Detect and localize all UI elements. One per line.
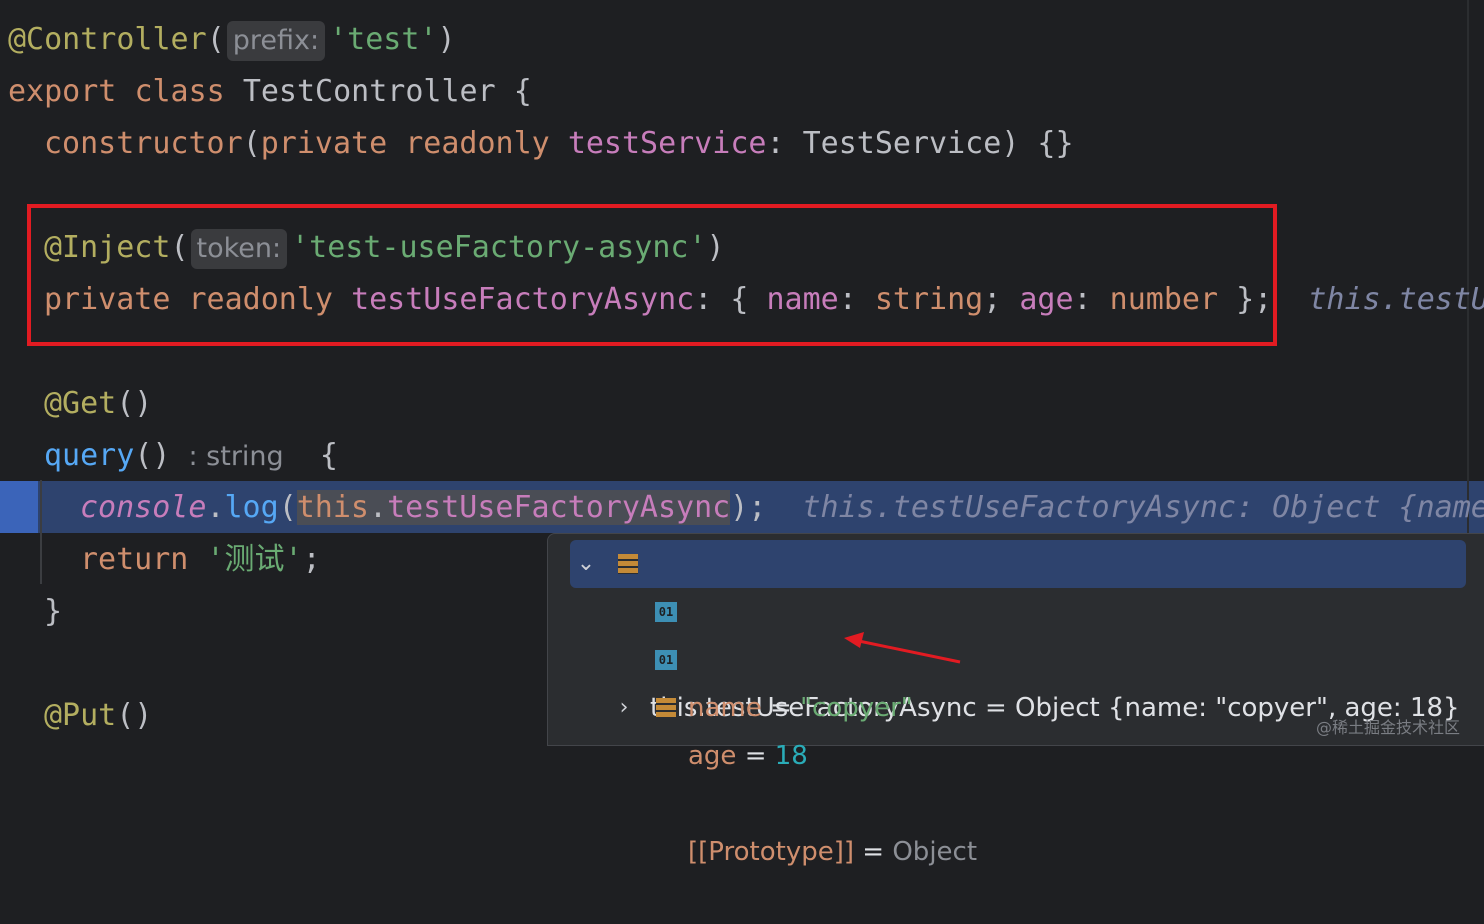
code-line-14[interactable]: @Put() <box>44 690 152 742</box>
field-icon: 01 <box>655 602 677 622</box>
annotation-arrow <box>844 632 961 664</box>
inline-debug-value: this.testUseFactoryAsync: Object {name <box>802 490 1484 525</box>
code-line-10[interactable]: console.log(this.testUseFactoryAsync); t… <box>80 482 1484 534</box>
param-hint-prefix: prefix: <box>226 20 326 61</box>
code-line-3[interactable]: constructor(private readonly testService… <box>44 118 1074 170</box>
execution-gutter-marker <box>0 481 38 533</box>
inline-debug-value: this.testU <box>1308 282 1484 317</box>
chevron-right-icon[interactable]: › <box>614 684 634 732</box>
code-line-2[interactable]: export class TestController { <box>8 66 532 118</box>
code-line-12[interactable]: } <box>44 586 62 638</box>
code-line-9[interactable]: query() : string { <box>44 430 338 482</box>
debug-child-row-prototype[interactable]: › [[Prototype]] = Object <box>548 684 977 867</box>
watermark: @稀土掘金技术社区 <box>1316 718 1461 737</box>
chevron-down-icon[interactable]: ⌄ <box>576 540 596 588</box>
object-icon <box>618 554 638 574</box>
return-type-hint: : string <box>188 441 284 472</box>
debug-child-row-age[interactable]: 01 age = 18 <box>548 636 808 771</box>
object-icon <box>656 698 676 718</box>
debug-child-row-name[interactable]: 01 name = "copyer" <box>548 588 913 723</box>
code-line-11[interactable]: return '测试'; <box>80 534 321 586</box>
debug-root-row[interactable]: ⌄ this.testUseFactoryAsync = Object {nam… <box>570 540 1466 723</box>
indent-guide <box>40 480 42 584</box>
highlight-box <box>27 204 1277 346</box>
field-icon: 01 <box>655 650 677 670</box>
code-line-8[interactable]: @Get() <box>44 378 152 430</box>
code-line-1[interactable]: @Controller(prefix:'test') <box>8 14 456 66</box>
